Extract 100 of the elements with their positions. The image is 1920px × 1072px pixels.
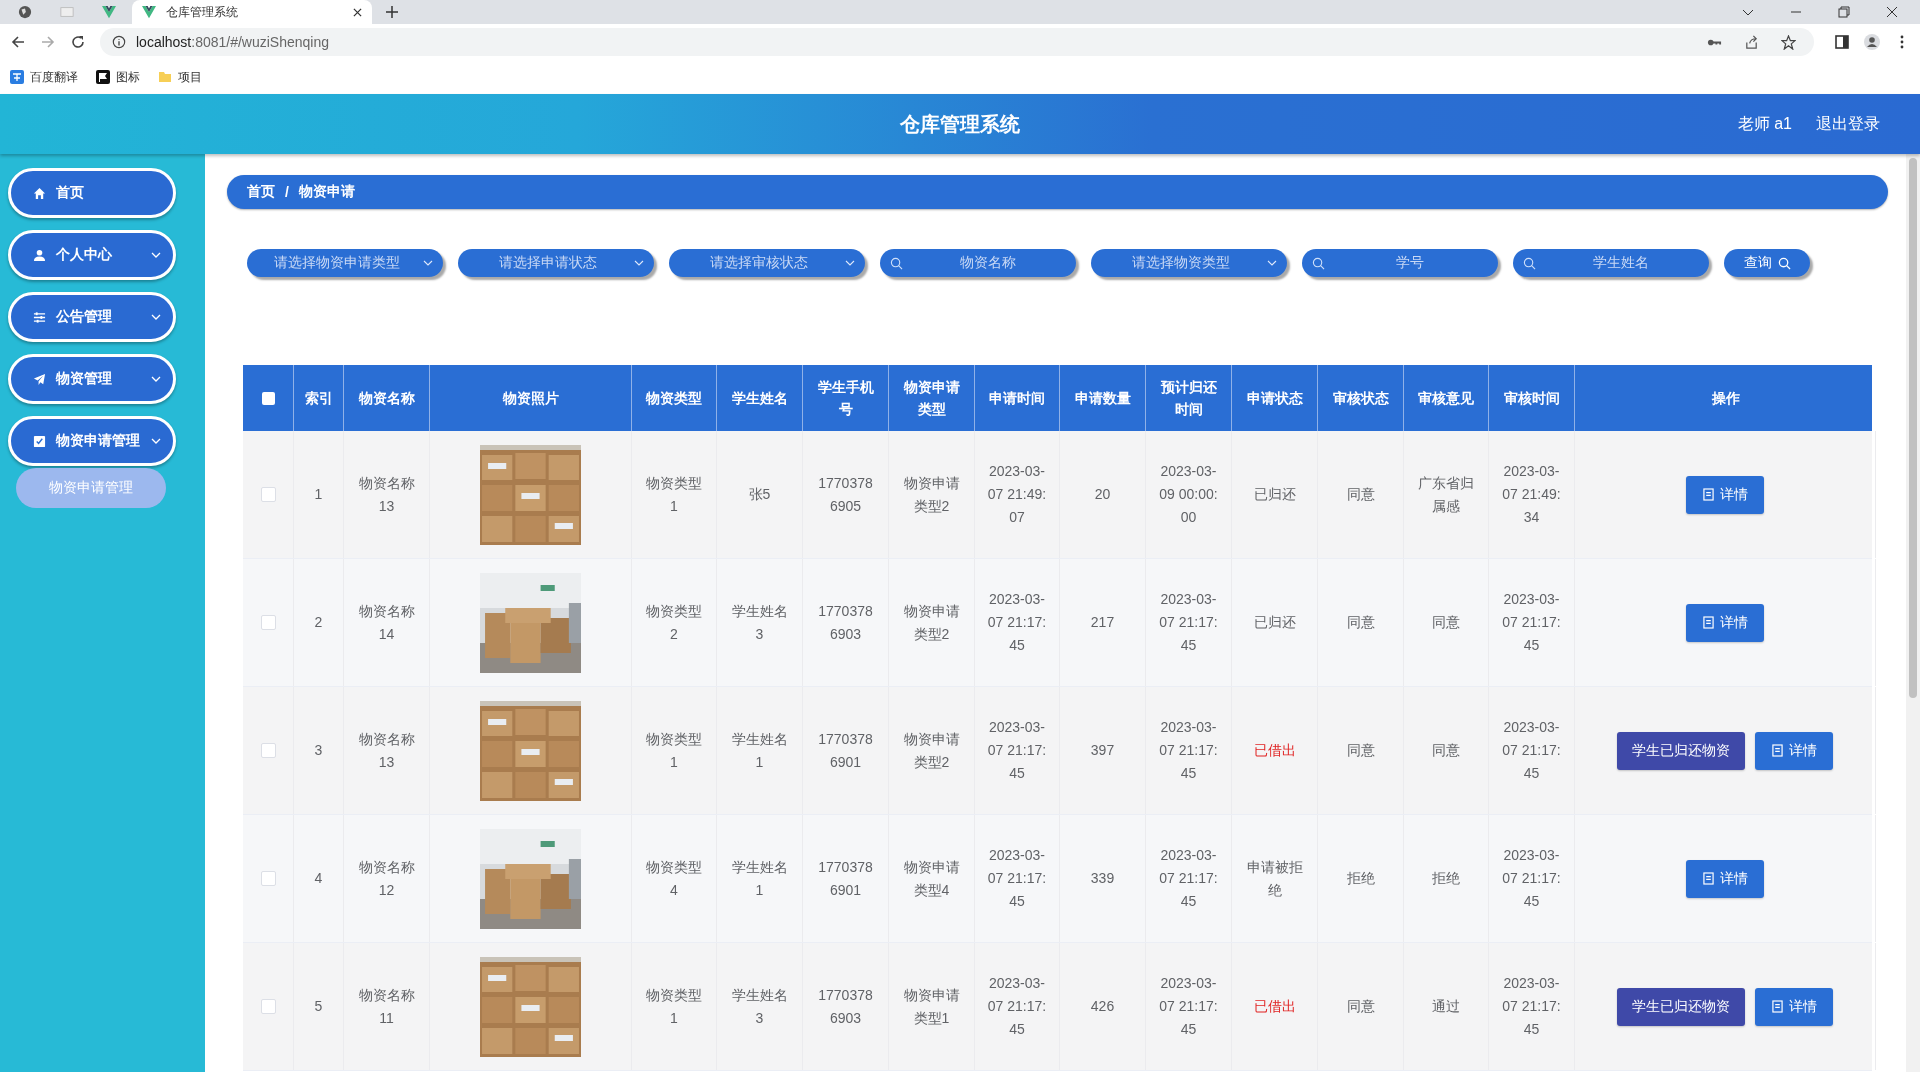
table-cell-text: 学生姓名1	[730, 857, 789, 900]
row-checkbox[interactable]	[260, 871, 276, 886]
row-checkbox[interactable]	[260, 999, 276, 1014]
search-field[interactable]: 学号	[1302, 249, 1498, 277]
bookmark[interactable]: 图标	[96, 68, 140, 86]
status-label: 已借出	[1253, 997, 1296, 1016]
select-field[interactable]: 请选择物资类型	[1091, 249, 1287, 277]
query-button[interactable]: 查询	[1724, 249, 1810, 277]
sidebar-item[interactable]: 物资管理	[8, 354, 176, 404]
row-checkbox[interactable]	[260, 615, 276, 630]
home-icon	[33, 186, 46, 200]
table-cell-text: 物资类型1	[645, 729, 703, 772]
flag-icon	[96, 70, 110, 84]
sidebar-item[interactable]: 物资申请管理	[8, 416, 176, 466]
search-field[interactable]: 物资名称	[880, 249, 1076, 277]
return-button[interactable]: 学生已归还物资	[1617, 987, 1745, 1026]
status-label: 已借出	[1253, 741, 1296, 760]
document-icon	[1771, 744, 1783, 757]
search-icon	[1523, 256, 1536, 270]
sliders-icon	[33, 310, 46, 324]
search-field[interactable]: 学生姓名	[1513, 249, 1709, 277]
row-checkbox[interactable]	[260, 487, 276, 502]
sidebar-item[interactable]: 个人中心	[8, 230, 176, 280]
document-icon	[1771, 1000, 1783, 1013]
table-cell-text: 同意	[1346, 613, 1375, 632]
select-field[interactable]: 请选择申请状态	[458, 249, 654, 277]
table-cell-text: 通过	[1432, 997, 1460, 1016]
profile-icon[interactable]	[1864, 34, 1880, 50]
table-cell-text: 物资名称12	[357, 857, 416, 900]
table-cell-text: 2023-03-07 21:17:45	[1158, 974, 1219, 1039]
table-cell-text: 2023-03-07 21:17:45	[1158, 718, 1219, 783]
table-cell-text: 同意	[1432, 613, 1460, 632]
return-button[interactable]: 学生已归还物资	[1617, 731, 1745, 770]
table-cell-text: 426	[1090, 997, 1115, 1016]
sidebar-item[interactable]: 首页	[8, 168, 176, 218]
chevron-down-icon	[845, 258, 855, 268]
document-icon	[1702, 616, 1714, 629]
table-cell-text: 2023-03-07 21:17:45	[1158, 590, 1219, 655]
table-cell-text: 物资申请类型2	[902, 473, 961, 516]
table-cell-text: 物资名称14	[357, 601, 416, 644]
back-icon[interactable]	[10, 34, 26, 50]
table-cell-text: 物资类型4	[645, 857, 703, 900]
globe-icon	[18, 5, 32, 19]
details-button[interactable]: 详情	[1755, 731, 1833, 770]
logout-link[interactable]: 退出登录	[1816, 113, 1880, 135]
table-cell-text: 17703786901	[817, 729, 874, 772]
table-cell-text: 3	[314, 741, 323, 760]
table-cell-text: 物资类型1	[645, 473, 703, 516]
details-button[interactable]: 详情	[1686, 859, 1764, 898]
table-cell-text: 张5	[748, 485, 771, 504]
bookmark[interactable]: 百度翻译	[10, 68, 78, 86]
row-checkbox[interactable]	[260, 743, 276, 758]
select-field[interactable]: 请选择物资申请类型	[247, 249, 443, 277]
app-title: 仓库管理系统	[900, 111, 1020, 137]
v-logo-icon	[142, 5, 156, 19]
select-field[interactable]: 请选择审核状态	[669, 249, 865, 277]
breadcrumb-link[interactable]: 首页	[247, 183, 275, 201]
breadcrumb-link[interactable]: 物资申请	[298, 183, 355, 201]
close-icon[interactable]	[1886, 6, 1898, 18]
share-icon[interactable]	[1744, 34, 1759, 50]
user-name: 老师 a1	[1737, 113, 1792, 134]
send-icon	[33, 372, 46, 386]
restore-icon[interactable]	[1838, 6, 1850, 18]
document-icon	[1702, 872, 1714, 885]
address-field[interactable]: localhost:8081/#/wuziShenqing	[100, 28, 1814, 56]
details-button[interactable]: 详情	[1686, 603, 1764, 642]
close-icon[interactable]	[353, 7, 362, 17]
status-label: 已归还	[1253, 613, 1296, 632]
side-panel-icon[interactable]	[1834, 34, 1850, 50]
table-cell-text: 物资名称13	[357, 473, 416, 516]
table-cell-text: 17703786905	[817, 473, 874, 516]
browser-tab[interactable]: 仓库管理系统	[132, 0, 372, 24]
details-button[interactable]: 详情	[1686, 475, 1764, 514]
table-cell-text: 2023-03-07 21:17:45	[987, 718, 1047, 783]
scrollbar-thumb[interactable]	[1909, 158, 1917, 698]
star-icon[interactable]	[1781, 34, 1796, 50]
sidebar-item[interactable]: 公告管理	[8, 292, 176, 342]
new-tab-icon[interactable]	[386, 6, 398, 18]
translate-icon	[10, 70, 24, 84]
table-cell-text: 2023-03-07 21:17:45	[1501, 590, 1562, 655]
table-cell-text: 5	[314, 997, 323, 1016]
table-cell-text: 2023-03-07 21:17:45	[987, 590, 1047, 655]
folder-icon	[158, 70, 172, 84]
table-cell-text: 物资申请类型2	[902, 729, 961, 772]
table-cell-text: 397	[1090, 741, 1115, 760]
table-cell-text: 物资申请类型2	[902, 601, 961, 644]
reload-icon[interactable]	[70, 34, 86, 50]
table-cell-text: 2023-03-07 21:17:45	[987, 846, 1047, 911]
table-cell-text: 339	[1090, 869, 1115, 888]
details-button[interactable]: 详情	[1755, 987, 1833, 1026]
table-cell-text: 物资申请类型1	[902, 985, 961, 1028]
v-logo-icon	[102, 5, 116, 19]
chevron-down-icon	[1267, 258, 1277, 268]
table-cell-text: 2023-03-07 21:17:45	[1501, 846, 1562, 911]
table-cell-text: 17703786903	[817, 985, 874, 1028]
table-cell-text: 同意	[1432, 741, 1460, 760]
page-icon	[60, 5, 74, 19]
bookmark[interactable]: 项目	[158, 68, 202, 86]
select-all-checkbox[interactable]	[261, 391, 275, 405]
table-cell-text: 2023-03-07 21:17:45	[1501, 974, 1562, 1039]
